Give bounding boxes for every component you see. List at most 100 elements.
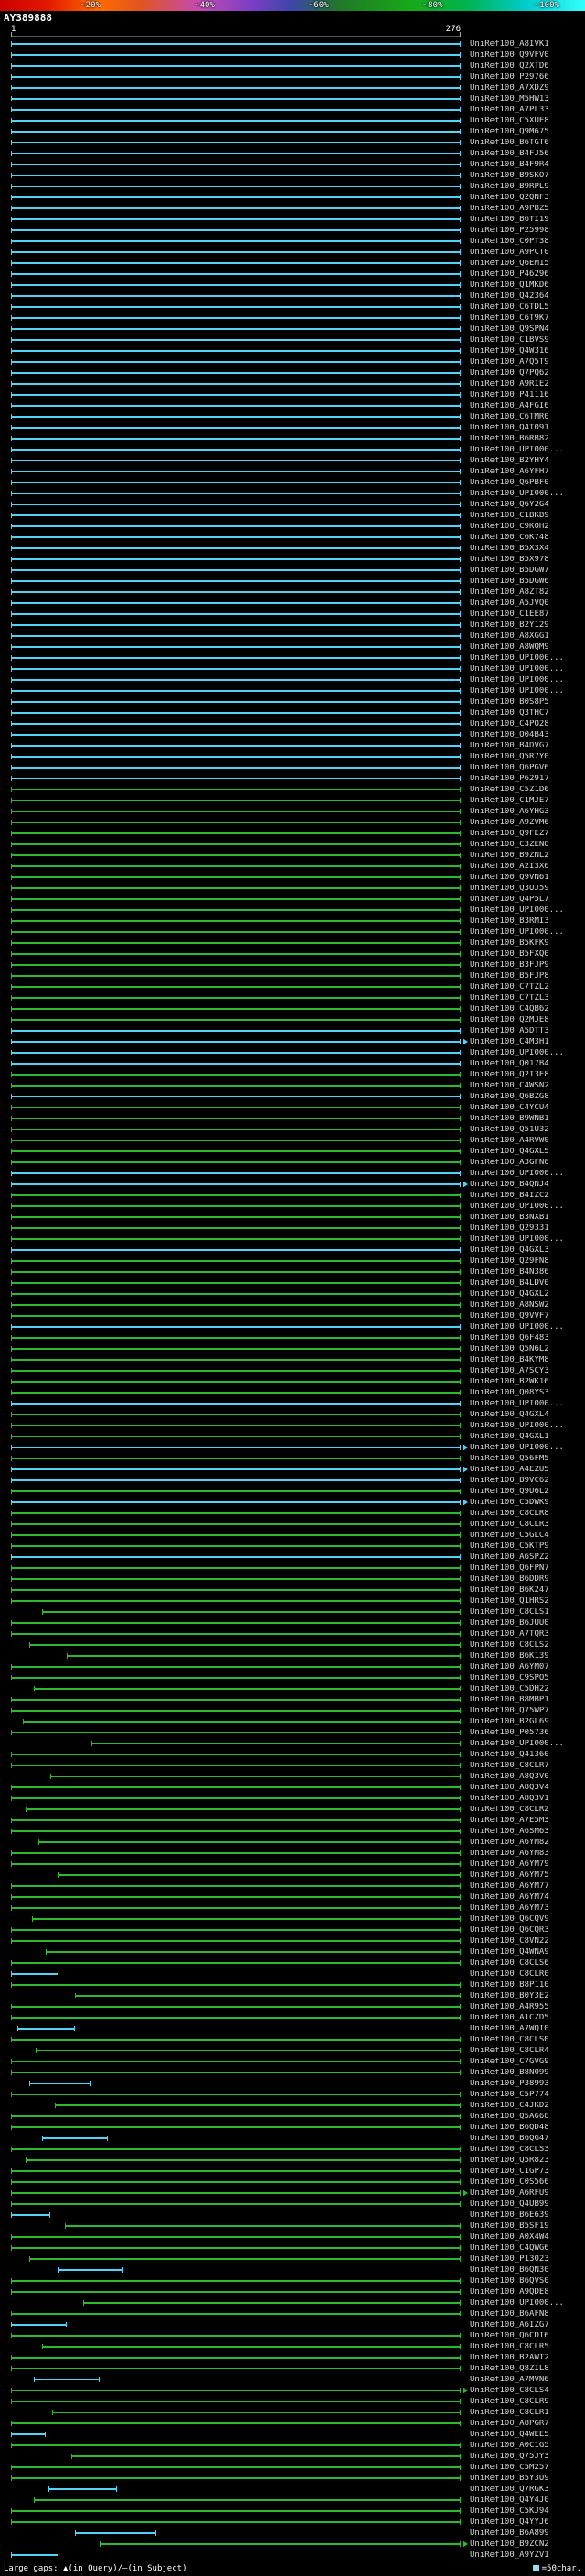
hit-label[interactable]: UniRef100_Q1MKD6 <box>470 281 549 290</box>
hit-label[interactable]: UniRef100_C5KTP9 <box>470 1542 549 1551</box>
hit-row[interactable]: UniRef100_Q6F483 <box>0 1332 585 1343</box>
hit-bar[interactable] <box>11 1532 461 1538</box>
hit-row[interactable]: UniRef100_Q9VN61 <box>0 872 585 883</box>
hit-row[interactable]: UniRef100_A6YM73 <box>0 1903 585 1913</box>
hit-bar[interactable] <box>11 469 461 474</box>
hit-label[interactable]: UniRef100_B6A899 <box>470 2529 549 2538</box>
hit-label[interactable]: UniRef100_A8Q3V0 <box>470 1773 549 1781</box>
hit-bar[interactable] <box>11 1094 461 1099</box>
hit-row[interactable]: UniRef100_C8CLR5 <box>0 2341 585 2352</box>
hit-label[interactable]: UniRef100_A4R955 <box>470 2003 549 2011</box>
hit-label[interactable]: UniRef100_C8CLR0 <box>470 1970 549 1978</box>
hit-label[interactable]: UniRef100_A5DTT3 <box>470 1027 549 1035</box>
hit-bar[interactable] <box>11 2245 461 2251</box>
hit-bar[interactable] <box>11 743 461 748</box>
hit-label[interactable]: UniRef100_C3ZEN0 <box>470 841 549 849</box>
hit-row[interactable]: UniRef100_B0Y3E2 <box>0 1990 585 2001</box>
hit-label[interactable]: UniRef100_Q2I3E8 <box>470 1071 549 1079</box>
hit-bar[interactable] <box>11 2399 461 2404</box>
hit-label[interactable]: UniRef100_UPI000... <box>470 665 564 673</box>
hit-bar[interactable] <box>11 2201 461 2207</box>
hit-bar[interactable] <box>26 2157 461 2163</box>
hit-label[interactable]: UniRef100_B5KFK9 <box>470 939 549 948</box>
hit-row[interactable]: UniRef100_Q2XTD6 <box>0 60 585 71</box>
hit-row[interactable]: UniRef100_Q6Y2G4 <box>0 499 585 510</box>
hit-label[interactable]: UniRef100_A7WQI0 <box>470 2025 549 2033</box>
hit-row[interactable]: UniRef100_Q8ZIL8 <box>0 2363 585 2374</box>
hit-label[interactable]: UniRef100_A4RVW0 <box>470 1137 549 1145</box>
hit-row[interactable]: UniRef100_B4N386 <box>0 1267 585 1277</box>
hit-bar[interactable] <box>11 875 461 880</box>
hit-bar[interactable] <box>11 2168 461 2174</box>
hit-label[interactable]: UniRef100_A9QDE8 <box>470 2288 549 2296</box>
hit-bar[interactable] <box>11 2322 67 2327</box>
hit-row[interactable]: UniRef100_A6YHG3 <box>0 806 585 817</box>
hit-row[interactable]: UniRef100_A9ZVM6 <box>0 817 585 828</box>
hit-label[interactable]: UniRef100_A7XDZ9 <box>470 84 549 92</box>
hit-label[interactable]: UniRef100_P41116 <box>470 391 549 399</box>
hit-label[interactable]: UniRef100_C4YCU4 <box>470 1104 549 1112</box>
hit-row[interactable]: UniRef100_B6DDR9 <box>0 1574 585 1585</box>
hit-bar[interactable] <box>11 1390 461 1395</box>
hit-row[interactable]: UniRef100_UPI000... <box>0 1234 585 1245</box>
hit-label[interactable]: UniRef100_Q5A668 <box>470 2113 549 2121</box>
hit-row[interactable]: UniRef100_B6TGT6 <box>0 137 585 148</box>
hit-label[interactable]: UniRef100_C8CLR8 <box>470 1510 549 1518</box>
hit-bar[interactable] <box>11 403 461 408</box>
hit-bar[interactable] <box>11 1861 461 1867</box>
hit-row[interactable]: UniRef100_Q6BZG8 <box>0 1091 585 1102</box>
hit-bar[interactable] <box>11 1017 461 1023</box>
hit-row[interactable]: UniRef100_B3NXB1 <box>0 1212 585 1223</box>
hit-row[interactable]: UniRef100_P62917 <box>0 773 585 784</box>
hit-label[interactable]: UniRef100_Q8ZIL8 <box>470 2365 549 2373</box>
hit-bar[interactable] <box>11 1127 461 1132</box>
hit-bar[interactable] <box>11 1182 461 1187</box>
hit-label[interactable]: UniRef100_UPI000... <box>470 1444 564 1452</box>
hit-label[interactable]: UniRef100_Q4P5L7 <box>470 896 549 904</box>
hit-label[interactable]: UniRef100_A9RIE2 <box>470 380 549 388</box>
hit-label[interactable]: UniRef100_C6K748 <box>470 534 549 542</box>
hit-label[interactable]: UniRef100_Q04B43 <box>470 731 549 739</box>
hit-bar[interactable] <box>11 1521 461 1527</box>
hit-label[interactable]: UniRef100_A8XGG1 <box>470 632 549 641</box>
hit-row[interactable]: UniRef100_Q4Y4J0 <box>0 2495 585 2506</box>
hit-label[interactable]: UniRef100_Q29FN8 <box>470 1257 549 1266</box>
hit-label[interactable]: UniRef100_Q51U32 <box>470 1126 549 1134</box>
hit-label[interactable]: UniRef100_A8PGR7 <box>470 2420 549 2428</box>
hit-row[interactable]: UniRef100_A4FGI6 <box>0 400 585 411</box>
hit-label[interactable]: UniRef100_Q29331 <box>470 1224 549 1233</box>
hit-row[interactable]: UniRef100_Q9VVF7 <box>0 1310 585 1321</box>
hit-label[interactable]: UniRef100_B6QN30 <box>470 2266 549 2274</box>
hit-bar[interactable] <box>11 184 461 189</box>
hit-bar[interactable] <box>11 655 461 661</box>
hit-label[interactable]: UniRef100_C8CLR1 <box>470 2409 549 2417</box>
hit-label[interactable]: UniRef100_A3GFN6 <box>470 1159 549 1167</box>
hit-bar[interactable] <box>11 1697 461 1702</box>
hit-label[interactable]: UniRef100_UPI000... <box>470 654 564 663</box>
hit-bar[interactable] <box>11 458 461 463</box>
hit-label[interactable]: UniRef100_A6SM63 <box>470 1828 549 1836</box>
hit-row[interactable]: UniRef100_A4RVW0 <box>0 1135 585 1146</box>
hit-bar[interactable] <box>11 1028 461 1034</box>
hit-row[interactable]: UniRef100_UPI000... <box>0 927 585 938</box>
hit-bar[interactable] <box>11 809 461 814</box>
hit-bar[interactable] <box>11 578 461 584</box>
hit-row[interactable]: UniRef100_B9VC62 <box>0 1475 585 1486</box>
hit-label[interactable]: UniRef100_Q9U6L2 <box>470 1488 549 1496</box>
hit-bar[interactable] <box>11 1434 461 1439</box>
hit-row[interactable]: UniRef100_UPI000... <box>0 1442 585 1453</box>
hit-row[interactable]: UniRef100_C5XUE8 <box>0 115 585 126</box>
hit-bar[interactable] <box>11 710 461 716</box>
hit-label[interactable]: UniRef100_Q4WNA9 <box>470 1948 549 1956</box>
hit-bar[interactable] <box>11 666 461 672</box>
hit-bar[interactable] <box>11 864 461 869</box>
hit-label[interactable]: UniRef100_Q6PBF0 <box>470 479 549 487</box>
hit-label[interactable]: UniRef100_C8VN22 <box>470 1937 549 1945</box>
hit-row[interactable]: UniRef100_C6K748 <box>0 532 585 543</box>
hit-label[interactable]: UniRef100_A6SPZ2 <box>470 1553 549 1562</box>
hit-bar[interactable] <box>11 414 461 419</box>
hit-bar[interactable] <box>11 1818 461 1823</box>
hit-bar[interactable] <box>11 2037 461 2042</box>
hit-bar[interactable] <box>11 1423 461 1428</box>
hit-label[interactable]: UniRef100_UPI000... <box>470 1740 564 1748</box>
